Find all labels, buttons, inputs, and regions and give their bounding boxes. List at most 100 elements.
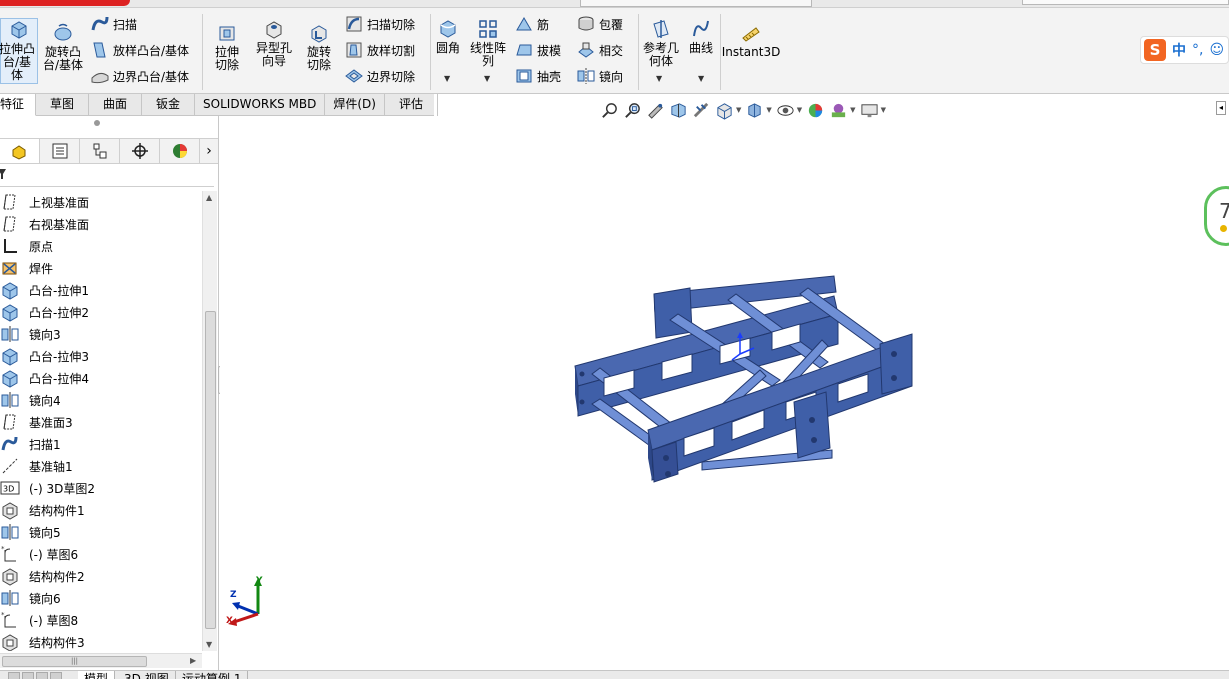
- tab-weldments[interactable]: 焊件(D): [325, 94, 385, 116]
- fillet-button[interactable]: 圆角: [434, 18, 462, 55]
- feature-tree-item[interactable]: 结构构件2: [0, 565, 85, 587]
- feature-tree-item[interactable]: * (-) 草图6: [0, 543, 78, 565]
- tab-property-manager[interactable]: [40, 139, 80, 163]
- tab-mbd[interactable]: SOLIDWORKS MBD: [195, 94, 326, 116]
- feature-tree-item[interactable]: 焊件: [0, 257, 53, 279]
- scrollbar-thumb[interactable]: [205, 311, 216, 629]
- ime-status-bar[interactable]: S 中 °, ☺: [1140, 36, 1229, 64]
- last-tab-arrow-icon[interactable]: [50, 672, 62, 679]
- display-style-icon[interactable]: [745, 101, 764, 120]
- feature-tree-item[interactable]: 扫描1: [0, 433, 61, 455]
- reference-geometry-dropdown-caret[interactable]: ▼: [656, 74, 662, 83]
- scroll-up-arrow-icon[interactable]: ▲: [206, 193, 212, 202]
- task-pane-collapse-button[interactable]: ◂: [1216, 101, 1226, 115]
- zoom-to-area-icon[interactable]: [623, 101, 642, 120]
- search-box-frame[interactable]: [1022, 0, 1229, 5]
- tab-motion-study[interactable]: 运动算例 1: [176, 671, 249, 679]
- chevron-right-icon[interactable]: ›: [200, 139, 218, 163]
- view-orientation-dropdown-caret[interactable]: ▼: [736, 106, 741, 114]
- view-settings-icon[interactable]: [860, 101, 879, 120]
- feature-tree-item[interactable]: 3D (-) 3D草图2: [0, 477, 95, 499]
- extrude-cut-button[interactable]: 拉伸切除: [206, 22, 248, 72]
- apply-scene-dropdown-caret[interactable]: ▼: [850, 106, 855, 114]
- section-view-icon[interactable]: [669, 101, 688, 120]
- wrap-button[interactable]: 包覆: [576, 14, 623, 34]
- feature-tree-item[interactable]: 凸台-拉伸4: [0, 367, 89, 389]
- feature-tree-item[interactable]: 基准面3: [0, 411, 73, 433]
- horizontal-scrollbar-thumb[interactable]: |||: [2, 656, 147, 667]
- feature-tree-item[interactable]: 上视基准面: [0, 191, 89, 213]
- tab-surfaces[interactable]: 曲面: [89, 94, 143, 116]
- apply-scene-icon[interactable]: [829, 101, 848, 120]
- tab-dimxpert-manager[interactable]: [120, 139, 160, 163]
- tab-sheet-metal[interactable]: 钣金: [142, 94, 196, 116]
- hide-show-items-icon[interactable]: [776, 101, 795, 120]
- weldment-frame-model[interactable]: [572, 274, 917, 484]
- scroll-right-arrow-icon[interactable]: ▶: [190, 656, 196, 665]
- next-tab-arrow-icon[interactable]: [36, 672, 48, 679]
- ime-emoji-button[interactable]: ☺: [1209, 42, 1224, 58]
- tab-evaluate[interactable]: 评估: [385, 94, 438, 116]
- feature-tree-item[interactable]: 原点: [0, 235, 53, 257]
- linear-pattern-dropdown-caret[interactable]: ▼: [484, 74, 490, 83]
- sweep-button[interactable]: 扫描: [90, 14, 137, 34]
- curves-dropdown-caret[interactable]: ▼: [698, 74, 704, 83]
- hole-wizard-button[interactable]: 异型孔向导: [252, 18, 296, 68]
- panel-grip[interactable]: [94, 120, 100, 126]
- first-tab-arrow-icon[interactable]: [8, 672, 20, 679]
- feature-tree-item[interactable]: 结构构件1: [0, 499, 85, 521]
- ime-language-toggle[interactable]: 中: [1172, 40, 1186, 60]
- rebuild-indicator[interactable]: 7: [1204, 186, 1229, 246]
- scroll-down-arrow-icon[interactable]: ▼: [206, 640, 212, 649]
- curves-button[interactable]: 曲线: [686, 18, 716, 55]
- tab-features[interactable]: 特征: [0, 94, 36, 116]
- feature-tree-item[interactable]: 镜向3: [0, 323, 61, 345]
- tab-sketch[interactable]: 草图: [36, 94, 90, 116]
- tree-vertical-scrollbar[interactable]: ▲ ▼: [202, 191, 217, 651]
- feature-tree-item[interactable]: 结构构件3: [0, 631, 85, 651]
- boundary-boss-button[interactable]: 边界凸台/基体: [90, 66, 189, 86]
- boundary-cut-button[interactable]: 边界切除: [344, 66, 415, 86]
- tab-3d-views[interactable]: 3D 视图: [118, 671, 176, 679]
- previous-view-icon[interactable]: [646, 101, 665, 120]
- feature-tree-item[interactable]: * (-) 草图8: [0, 609, 78, 631]
- feature-tree-item[interactable]: 凸台-拉伸1: [0, 279, 89, 301]
- tree-horizontal-scrollbar[interactable]: ||| ▶: [0, 653, 202, 668]
- feature-tree-item[interactable]: 基准轴1: [0, 455, 73, 477]
- draft-button[interactable]: 拔模: [514, 40, 561, 60]
- intersect-button[interactable]: 相交: [576, 40, 623, 60]
- display-style-dropdown-caret[interactable]: ▼: [766, 106, 771, 114]
- swept-cut-button[interactable]: 扫描切除: [344, 14, 415, 34]
- extrude-boss-button[interactable]: 拉伸凸台/基体: [0, 18, 38, 84]
- rib-button[interactable]: 筋: [514, 14, 549, 34]
- reference-geometry-button[interactable]: 参考几何体: [642, 18, 680, 68]
- tab-configuration-manager[interactable]: [80, 139, 120, 163]
- edit-appearance-icon[interactable]: [806, 101, 825, 120]
- ime-punctuation-toggle[interactable]: °,: [1192, 42, 1203, 58]
- revolve-cut-button[interactable]: 旋转切除: [298, 22, 340, 72]
- view-settings-dropdown-caret[interactable]: ▼: [881, 106, 886, 114]
- feature-tree-item[interactable]: 凸台-拉伸2: [0, 301, 89, 323]
- feature-tree-item[interactable]: 镜向5: [0, 521, 61, 543]
- dynamic-annotation-icon[interactable]: [692, 101, 711, 120]
- feature-tree-filter[interactable]: [0, 165, 214, 187]
- hide-show-dropdown-caret[interactable]: ▼: [797, 106, 802, 114]
- linear-pattern-button[interactable]: 线性阵列: [468, 18, 508, 68]
- fillet-dropdown-caret[interactable]: ▼: [444, 74, 450, 83]
- tab-display-manager[interactable]: [160, 139, 200, 163]
- shell-button[interactable]: 抽壳: [514, 66, 561, 86]
- view-orientation-icon[interactable]: [715, 101, 734, 120]
- tab-model[interactable]: 模型: [78, 671, 116, 679]
- feature-tree-item[interactable]: 右视基准面: [0, 213, 89, 235]
- feature-tree-item[interactable]: 凸台-拉伸3: [0, 345, 89, 367]
- feature-tree-item[interactable]: 镜向6: [0, 587, 61, 609]
- lofted-cut-button[interactable]: 放样切割: [344, 40, 415, 60]
- mirror-button[interactable]: 镜向: [576, 66, 623, 86]
- loft-boss-button[interactable]: 放样凸台/基体: [90, 40, 189, 60]
- feature-tree-item[interactable]: 镜向4: [0, 389, 61, 411]
- graphics-area[interactable]: Y Z X 7: [220, 124, 1229, 670]
- revolve-boss-button[interactable]: 旋转凸台/基体: [42, 22, 84, 72]
- tab-feature-manager[interactable]: [0, 139, 40, 163]
- zoom-to-fit-icon[interactable]: [600, 101, 619, 120]
- prev-tab-arrow-icon[interactable]: [22, 672, 34, 679]
